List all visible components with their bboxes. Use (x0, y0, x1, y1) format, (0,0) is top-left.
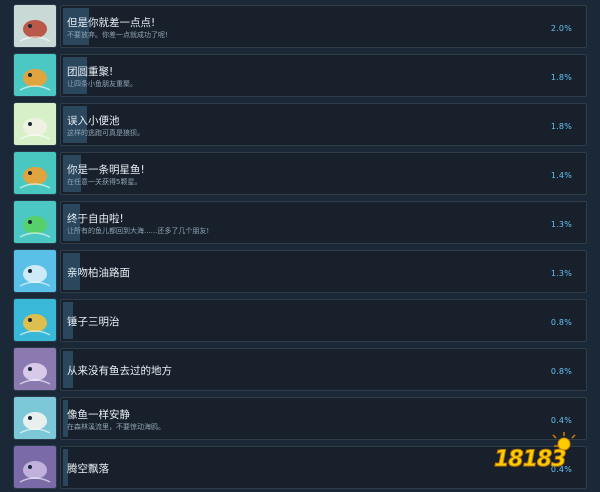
achievement-row[interactable]: 从来没有鱼去过的地方 0.8% (0, 345, 600, 394)
unlock-percentage: 2.0% (550, 24, 572, 33)
achievement-icon (14, 201, 56, 243)
unlock-percentage: 0.8% (550, 318, 572, 327)
achievement-card: 你是一条明星鱼! 在任意一关获得5颗星。 1.4% (60, 152, 587, 195)
achievement-row[interactable]: 团圆重聚! 让四条小鱼朋友重聚。 1.8% (0, 51, 600, 100)
achievement-title: 从来没有鱼去过的地方 (67, 365, 172, 377)
achievement-icon (14, 446, 56, 488)
watermark-text: 18183 (494, 447, 568, 473)
achievement-title: 终于自由啦! (67, 213, 124, 225)
achievement-title: 像鱼一样安静 (67, 409, 130, 421)
achievement-description: 让四条小鱼朋友重聚。 (67, 80, 137, 88)
achievement-icon (14, 152, 56, 194)
achievement-title: 误入小便池 (67, 115, 120, 127)
unlock-percentage: 0.4% (550, 416, 572, 425)
achievement-title: 腾空飘落 (67, 463, 109, 475)
achievement-row[interactable]: 亲吻柏油路面 1.3% (0, 247, 600, 296)
achievement-icon (14, 54, 56, 96)
achievement-icon (14, 348, 56, 390)
unlock-percentage: 1.8% (550, 73, 572, 82)
achievement-card: 但是你就差一点点! 不要放弃。你差一点就成功了呢! 2.0% (60, 5, 587, 48)
achievement-card: 团圆重聚! 让四条小鱼朋友重聚。 1.8% (60, 54, 587, 97)
watermark-logo: 18183 (494, 432, 590, 473)
unlock-percentage: 0.8% (550, 367, 572, 376)
achievement-description: 不要放弃。你差一点就成功了呢! (67, 31, 168, 39)
achievement-description: 在森林溪流里，不要惊动海鸥。 (67, 423, 165, 431)
achievement-row[interactable]: 终于自由啦! 让所有的鱼儿都回到大海......还多了几个朋友! 1.3% (0, 198, 600, 247)
achievement-card: 误入小便池这样的逃跑可真是狼狈。 1.8% (60, 103, 587, 146)
achievement-description: 让所有的鱼儿都回到大海......还多了几个朋友! (67, 227, 210, 235)
achievement-icon (14, 250, 56, 292)
achievement-card: 从来没有鱼去过的地方 0.8% (60, 348, 587, 391)
achievement-row[interactable]: 你是一条明星鱼! 在任意一关获得5颗星。 1.4% (0, 149, 600, 198)
unlock-percentage: 1.4% (550, 171, 572, 180)
achievement-title: 团圆重聚! (67, 66, 114, 78)
unlock-percentage: 1.3% (550, 269, 572, 278)
achievement-icon (14, 397, 56, 439)
achievement-card: 亲吻柏油路面 1.3% (60, 250, 587, 293)
achievement-card: 终于自由啦! 让所有的鱼儿都回到大海......还多了几个朋友! 1.3% (60, 201, 587, 244)
unlock-percentage: 1.3% (550, 220, 572, 229)
achievement-title: 锤子三明治 (67, 316, 120, 328)
achievement-icon (14, 103, 56, 145)
achievement-row[interactable]: 但是你就差一点点! 不要放弃。你差一点就成功了呢! 2.0% (0, 2, 600, 51)
achievement-description: 这样的逃跑可真是狼狈。 (67, 129, 144, 137)
achievement-title: 但是你就差一点点! (67, 17, 156, 29)
achievement-icon (14, 299, 56, 341)
achievement-title: 亲吻柏油路面 (67, 267, 130, 279)
achievement-card: 锤子三明治 0.8% (60, 299, 587, 342)
unlock-percentage: 1.8% (550, 122, 572, 131)
achievement-description: 在任意一关获得5颗星。 (67, 178, 142, 186)
achievement-icon (14, 5, 56, 47)
achievement-row[interactable]: 锤子三明治 0.8% (0, 296, 600, 345)
achievement-title: 你是一条明星鱼! (67, 164, 145, 176)
achievement-row[interactable]: 误入小便池这样的逃跑可真是狼狈。 1.8% (0, 100, 600, 149)
